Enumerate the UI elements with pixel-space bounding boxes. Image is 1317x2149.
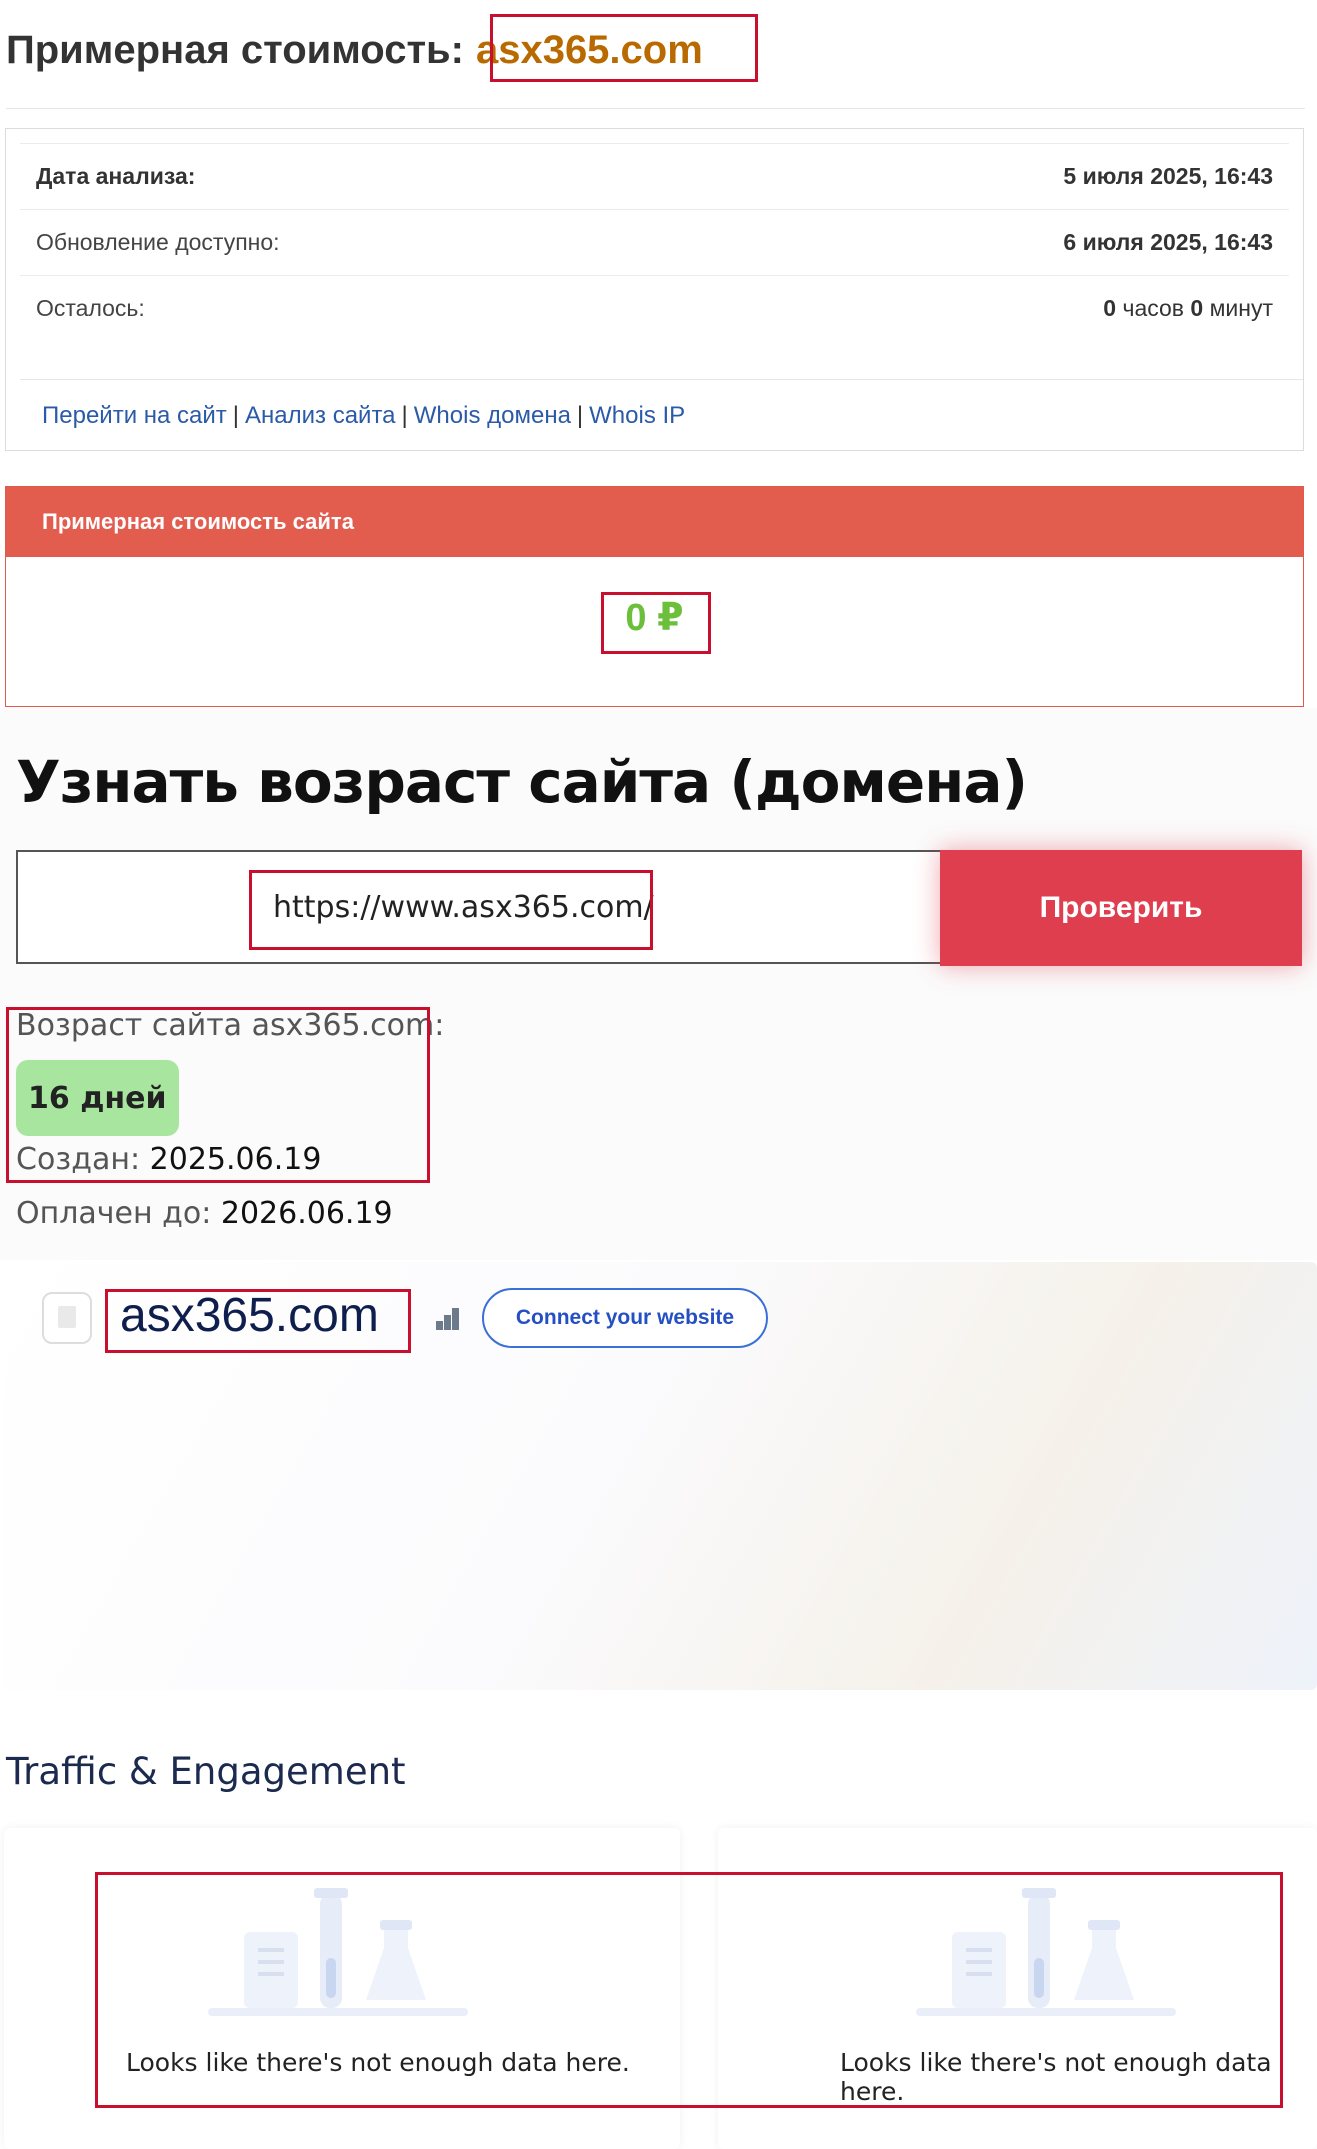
domain-age-title: Узнать возраст сайта (домена) [16,748,1028,816]
analysis-info-box: Дата анализа: 5 июля 2025, 16:43 Обновле… [5,128,1304,451]
info-links: Перейти на сайт | Анализ сайта | Whois д… [20,379,1303,452]
title-divider [6,108,1305,109]
info-label: Дата анализа: [36,163,196,189]
info-row-analysis-date: Дата анализа: 5 июля 2025, 16:43 [20,143,1289,209]
info-label: Осталось: [36,295,145,321]
link-whois-ip[interactable]: Whois IP [589,402,685,430]
domain-age-section: Узнать возраст сайта (домена) https://ww… [0,708,1317,1260]
check-button[interactable]: Проверить [940,850,1302,966]
site-value-heading: Примерная стоимость сайта [6,487,1303,557]
info-label: Обновление доступно: [36,229,280,255]
url-input[interactable]: https://www.asx365.com/ [16,850,942,964]
empty-data-icon [208,1888,468,2016]
info-value: 5 июля 2025, 16:43 [1063,163,1273,189]
document-icon [42,1292,92,1344]
empty-data-icon [916,1888,1176,2016]
age-badge: 16 дней [16,1060,179,1136]
no-data-message: Looks like there's not enough data here. [126,2048,630,2077]
bar-rank-icon [436,1306,466,1330]
site-value-amount: 0 ₽ [625,597,684,639]
link-site-analysis[interactable]: Анализ сайта [245,402,396,430]
page-title-domain: asx365.com [475,27,703,72]
info-value: 0 часов 0 минут [1103,295,1273,321]
info-row-remaining: Осталось: 0 часов 0 минут [20,275,1289,341]
site-domain: asx365.com [120,1289,379,1342]
page-title-row: Примерная стоимость: asx365.com [6,18,703,82]
info-value: 6 июля 2025, 16:43 [1063,229,1273,255]
no-data-message: Looks like there's not enough data here. [840,2048,1272,2106]
age-result-label: Возраст сайта asx365.com: [16,1008,445,1043]
paid-until-line: Оплачен до: 2026.06.19 [16,1196,393,1231]
traffic-engagement-title: Traffic & Engagement [6,1750,406,1793]
link-go-to-site[interactable]: Перейти на сайт [42,402,227,430]
info-row-update-available: Обновление доступно: 6 июля 2025, 16:43 [20,209,1289,275]
site-overview-card: asx365.com Connect your website [4,1262,1317,1690]
page-title: Примерная стоимость: [6,27,464,72]
traffic-panel-left: Looks like there's not enough data here. [4,1828,680,2149]
traffic-panel-right: Looks like there's not enough data here. [718,1828,1317,2149]
link-whois-domain[interactable]: Whois домена [414,402,571,430]
created-line: Создан: 2025.06.19 [16,1142,322,1177]
connect-website-button[interactable]: Connect your website [482,1288,768,1348]
site-value-card: Примерная стоимость сайта 0 ₽ [5,486,1304,707]
